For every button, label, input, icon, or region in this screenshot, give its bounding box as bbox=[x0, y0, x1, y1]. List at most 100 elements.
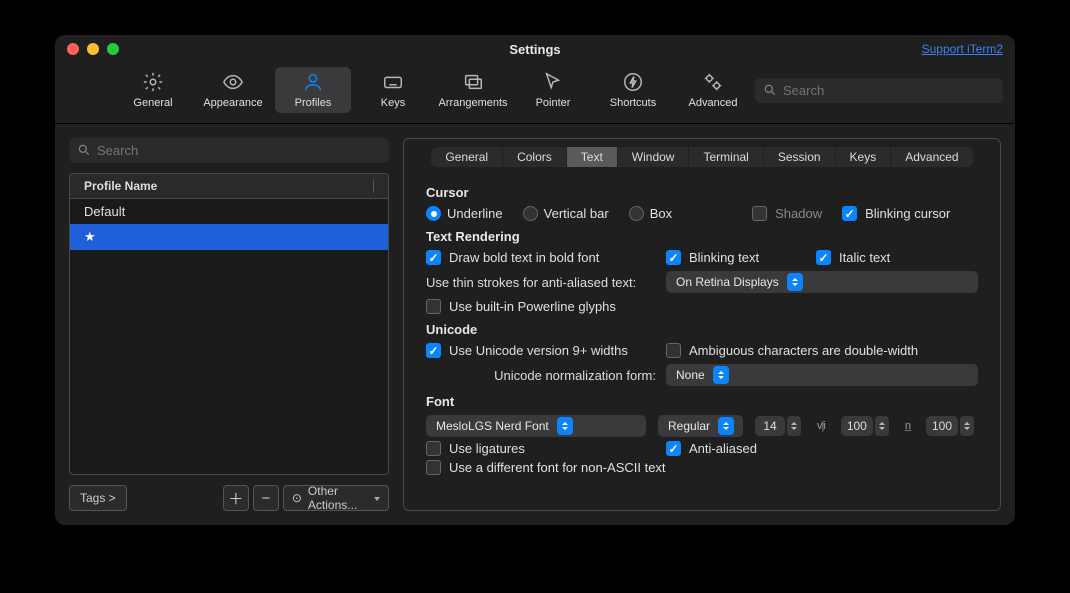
updown-icon bbox=[787, 416, 801, 436]
toolbar-label: General bbox=[133, 97, 172, 109]
settings-window: Settings Support iTerm2 General Appearan… bbox=[55, 35, 1015, 525]
minimize-icon[interactable] bbox=[87, 43, 99, 55]
check-label: Blinking cursor bbox=[865, 206, 950, 221]
italic-check[interactable]: Italic text bbox=[816, 250, 890, 265]
star-icon: ★ bbox=[84, 229, 96, 244]
profile-label: Default bbox=[84, 204, 125, 219]
select-value: Regular bbox=[668, 419, 710, 433]
stepper-value: 14 bbox=[755, 416, 785, 436]
check-label: Use Unicode version 9+ widths bbox=[449, 343, 628, 358]
tab-advanced[interactable]: Advanced bbox=[891, 147, 972, 167]
check-label: Anti-aliased bbox=[689, 441, 757, 456]
zoom-icon[interactable] bbox=[107, 43, 119, 55]
thin-strokes-label: Use thin strokes for anti-aliased text: bbox=[426, 275, 656, 290]
toolbar-appearance[interactable]: Appearance bbox=[195, 67, 271, 113]
updown-icon bbox=[960, 416, 974, 436]
select-value: MesloLGS Nerd Font bbox=[436, 419, 549, 433]
radio-label: Vertical bar bbox=[544, 206, 609, 221]
toolbar-general[interactable]: General bbox=[115, 67, 191, 113]
ambiguous-check[interactable]: Ambiguous characters are double-width bbox=[666, 343, 918, 358]
toolbar-arrangements[interactable]: Arrangements bbox=[435, 67, 511, 113]
main-content: Cursor Underline Vertical bar Box Shadow… bbox=[404, 167, 1000, 495]
toolbar-search bbox=[755, 78, 1003, 103]
tab-window[interactable]: Window bbox=[618, 147, 690, 167]
check-label: Use built-in Powerline glyphs bbox=[449, 299, 616, 314]
toolbar-search-input[interactable] bbox=[755, 78, 1003, 103]
updown-icon bbox=[557, 417, 573, 435]
toolbar-keys[interactable]: Keys bbox=[355, 67, 431, 113]
check-label: Blinking text bbox=[689, 250, 759, 265]
close-icon[interactable] bbox=[67, 43, 79, 55]
window-title: Settings bbox=[509, 42, 560, 57]
cursor-vertical-radio[interactable]: Vertical bar bbox=[523, 206, 609, 221]
normalization-select[interactable]: None bbox=[666, 364, 978, 386]
pointer-icon bbox=[542, 71, 564, 93]
unicode9-check[interactable]: Use Unicode version 9+ widths bbox=[426, 343, 646, 358]
ligatures-check[interactable]: Use ligatures bbox=[426, 441, 646, 456]
toolbar-advanced[interactable]: Advanced bbox=[675, 67, 751, 113]
gear-icon bbox=[142, 71, 164, 93]
tab-terminal[interactable]: Terminal bbox=[689, 147, 763, 167]
powerline-check[interactable]: Use built-in Powerline glyphs bbox=[426, 299, 616, 314]
tab-colors[interactable]: Colors bbox=[503, 147, 567, 167]
toolbar-profiles[interactable]: Profiles bbox=[275, 67, 351, 113]
profile-list: Profile Name Default ★ bbox=[69, 173, 389, 475]
add-profile-button[interactable]: ＋ bbox=[223, 485, 249, 511]
font-family-select[interactable]: MesloLGS Nerd Font bbox=[426, 415, 646, 437]
stepper-value: 100 bbox=[841, 416, 873, 436]
radio-label: Underline bbox=[447, 206, 503, 221]
toolbar-label: Advanced bbox=[689, 97, 738, 109]
tab-keys[interactable]: Keys bbox=[836, 147, 892, 167]
toolbar: General Appearance Profiles Keys Arrange… bbox=[55, 63, 1015, 124]
keyboard-icon bbox=[382, 71, 404, 93]
font-weight-select[interactable]: Regular bbox=[658, 415, 743, 437]
toolbar-shortcuts[interactable]: Shortcuts bbox=[595, 67, 671, 113]
gears-icon bbox=[702, 71, 724, 93]
hspacing-stepper[interactable]: 100 bbox=[841, 416, 889, 436]
bold-check[interactable]: Draw bold text in bold font bbox=[426, 250, 646, 265]
font-row2: Use ligatures Anti-aliased bbox=[426, 441, 978, 456]
hspacing-icon: v|i bbox=[817, 420, 825, 432]
sidebar-search-input[interactable] bbox=[69, 138, 389, 163]
minus-icon: − bbox=[261, 490, 270, 507]
font-row3: Use a different font for non-ASCII text bbox=[426, 460, 978, 475]
remove-profile-button[interactable]: − bbox=[253, 485, 279, 511]
search-icon bbox=[763, 83, 777, 100]
profile-list-header[interactable]: Profile Name bbox=[70, 174, 388, 199]
section-textrendering-title: Text Rendering bbox=[426, 229, 978, 244]
bolt-icon bbox=[622, 71, 644, 93]
section-font-title: Font bbox=[426, 394, 978, 409]
tags-button[interactable]: Tags > bbox=[69, 485, 127, 511]
section-cursor-title: Cursor bbox=[426, 185, 978, 200]
different-nonascii-check[interactable]: Use a different font for non-ASCII text bbox=[426, 460, 666, 475]
check-label: Ambiguous characters are double-width bbox=[689, 343, 918, 358]
tab-general[interactable]: General bbox=[431, 147, 503, 167]
tab-session[interactable]: Session bbox=[764, 147, 836, 167]
profile-row-default[interactable]: Default bbox=[70, 199, 388, 224]
normalization-row: Unicode normalization form: None bbox=[426, 364, 978, 386]
cursor-box-radio[interactable]: Box bbox=[629, 206, 672, 221]
check-label: Draw bold text in bold font bbox=[449, 250, 599, 265]
cursor-blinking-check[interactable]: Blinking cursor bbox=[842, 206, 950, 221]
thin-strokes-row: Use thin strokes for anti-aliased text: … bbox=[426, 271, 978, 293]
support-link[interactable]: Support iTerm2 bbox=[922, 42, 1003, 56]
toolbar-pointer[interactable]: Pointer bbox=[515, 67, 591, 113]
tab-text[interactable]: Text bbox=[567, 147, 618, 167]
profile-row-starred[interactable]: ★ bbox=[70, 224, 388, 250]
vspacing-stepper[interactable]: 100 bbox=[926, 416, 974, 436]
font-size-stepper[interactable]: 14 bbox=[755, 416, 801, 436]
other-actions-menu[interactable]: ⊙ Other Actions... bbox=[283, 485, 389, 511]
window-controls bbox=[67, 43, 119, 55]
cursor-shadow-check[interactable]: Shadow bbox=[752, 206, 822, 221]
vspacing-icon: n̲ bbox=[905, 420, 910, 432]
updown-icon bbox=[718, 417, 734, 435]
select-value: On Retina Displays bbox=[676, 275, 779, 289]
sidebar-bottom: Tags > ＋ − ⊙ Other Actions... bbox=[69, 485, 389, 511]
windows-icon bbox=[462, 71, 484, 93]
antialiased-check[interactable]: Anti-aliased bbox=[666, 441, 757, 456]
thin-strokes-select[interactable]: On Retina Displays bbox=[666, 271, 978, 293]
check-label: Use ligatures bbox=[449, 441, 525, 456]
cursor-underline-radio[interactable]: Underline bbox=[426, 206, 503, 221]
radio-label: Box bbox=[650, 206, 672, 221]
blinking-text-check[interactable]: Blinking text bbox=[666, 250, 796, 265]
